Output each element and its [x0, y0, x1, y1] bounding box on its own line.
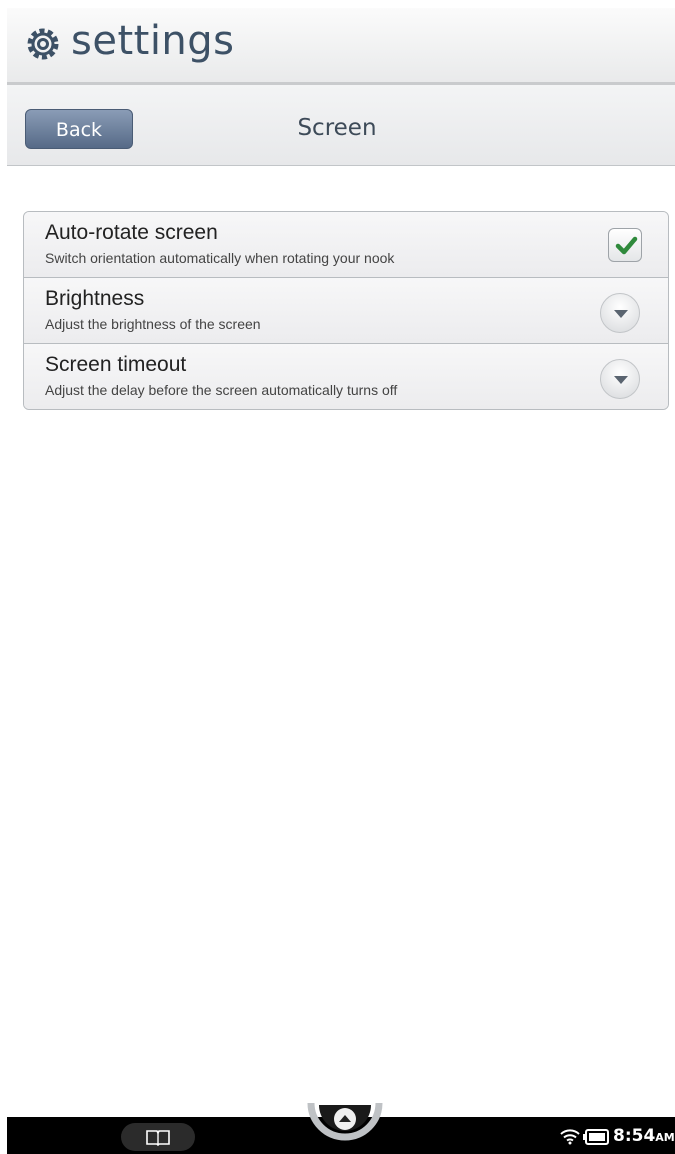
- wifi-icon: [560, 1129, 580, 1145]
- setting-title: Auto-rotate screen: [45, 221, 218, 244]
- page-title: Screen: [297, 115, 377, 141]
- library-button[interactable]: [121, 1123, 195, 1151]
- setting-auto-rotate[interactable]: Auto-rotate screen Switch orientation au…: [24, 212, 668, 278]
- chevron-down-icon: [614, 310, 628, 318]
- app-title: settings: [71, 18, 235, 64]
- clock-ampm: AM: [655, 1131, 675, 1144]
- checkmark-icon: [615, 236, 638, 255]
- setting-subtitle: Adjust the brightness of the screen: [45, 316, 261, 332]
- chevron-down-icon: [614, 376, 628, 384]
- setting-title: Screen timeout: [45, 353, 187, 376]
- library-icon: [146, 1130, 170, 1147]
- title-bar: settings: [7, 8, 675, 85]
- bottom-nav-bar: 8:54AM: [7, 1102, 675, 1154]
- battery-icon: [583, 1129, 609, 1145]
- brightness-dropdown-button[interactable]: [600, 293, 640, 333]
- screen: settings Back Screen Auto-rotate screen …: [7, 8, 675, 1154]
- setting-subtitle: Switch orientation automatically when ro…: [45, 250, 395, 266]
- setting-brightness[interactable]: Brightness Adjust the brightness of the …: [24, 278, 668, 344]
- auto-rotate-checkbox[interactable]: [608, 228, 642, 262]
- home-button[interactable]: [307, 1097, 383, 1153]
- setting-title: Brightness: [45, 287, 145, 310]
- back-button[interactable]: Back: [25, 109, 133, 149]
- gear-icon: [25, 26, 61, 62]
- settings-list: Auto-rotate screen Switch orientation au…: [23, 211, 669, 410]
- screen-timeout-dropdown-button[interactable]: [600, 359, 640, 399]
- setting-screen-timeout[interactable]: Screen timeout Adjust the delay before t…: [24, 344, 668, 409]
- home-up-arrow-icon: [307, 1102, 383, 1141]
- setting-subtitle: Adjust the delay before the screen autom…: [45, 382, 398, 398]
- clock-time: 8:54: [613, 1126, 656, 1146]
- clock: 8:54AM: [613, 1126, 675, 1146]
- sub-header: Back Screen: [7, 85, 675, 166]
